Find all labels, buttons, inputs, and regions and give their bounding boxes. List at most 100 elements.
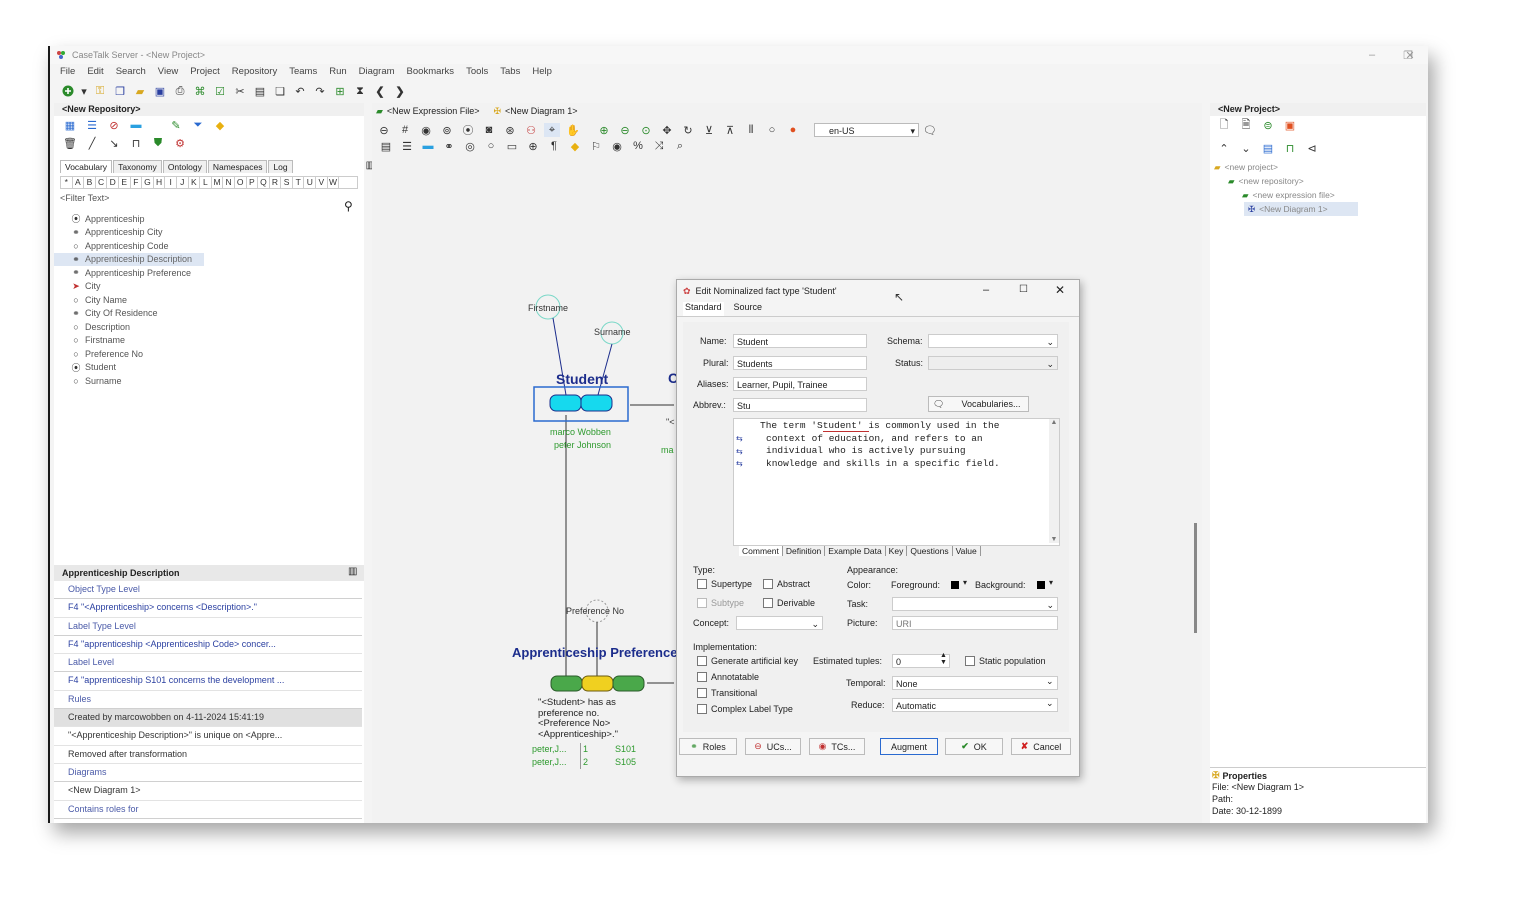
derivable-checkbox[interactable]: Derivable — [763, 597, 815, 609]
menu-project[interactable]: Project — [186, 65, 228, 79]
open-folder-icon[interactable]: ▰ — [132, 84, 148, 98]
small-circle-icon[interactable]: ○ — [483, 139, 499, 153]
fact-type-student[interactable]: Student — [556, 371, 608, 387]
clipboard-icon[interactable]: ❏ — [272, 84, 288, 98]
desc-tab-definition[interactable]: Definition — [783, 546, 826, 556]
letter-L[interactable]: L — [200, 177, 212, 188]
supertype-checkbox[interactable]: Supertype — [697, 578, 752, 590]
name-field[interactable]: Student — [733, 334, 867, 348]
vocabulary-item[interactable]: ⚭ City Of Residence — [54, 307, 364, 321]
letter-M[interactable]: M — [212, 177, 224, 188]
save-icon[interactable]: ▣ — [152, 84, 168, 98]
desc-tab-value[interactable]: Value — [953, 546, 981, 556]
vocabulary-item[interactable]: ○ Surname — [54, 374, 364, 388]
static-population-checkbox[interactable]: Static population — [965, 655, 1046, 667]
tab-expression-file[interactable]: ▰ <New Expression File> — [376, 106, 479, 117]
filter-icon[interactable]: ⏷ — [190, 118, 206, 132]
letter-C[interactable]: C — [96, 177, 108, 188]
detail-row[interactable]: F4 "<Apprenticeship> concerns <Descripti… — [54, 599, 362, 618]
dialog-minimize-button[interactable]: – — [983, 284, 989, 296]
tab-taxonomy[interactable]: Taxonomy — [113, 160, 162, 173]
dialog-maximize-button[interactable]: ☐ — [1019, 284, 1028, 295]
vocabulary-item[interactable]: ⚭ Apprenticeship Description — [54, 252, 204, 266]
menu-help[interactable]: Help — [528, 65, 560, 79]
letter-J[interactable]: J — [177, 177, 189, 188]
file-icon[interactable]: 🗎 — [1238, 118, 1254, 132]
letter-B[interactable]: B — [84, 177, 96, 188]
hand-icon[interactable]: ✋ — [565, 123, 581, 137]
record-icon[interactable]: ⦿ — [460, 123, 476, 137]
letter-G[interactable]: G — [142, 177, 154, 188]
vocabulary-item[interactable]: ○ Firstname — [54, 334, 364, 348]
back-icon[interactable]: ❮ — [372, 84, 388, 98]
zoom-in-icon[interactable]: ⊕ — [596, 123, 612, 137]
spiral-icon[interactable]: ⊛ — [502, 123, 518, 137]
role-label-firstname[interactable]: Firstname — [528, 303, 568, 313]
menu-repository[interactable]: Repository — [228, 65, 285, 79]
add-icon[interactable] — [60, 84, 76, 98]
graph-icon[interactable]: ⚇ — [523, 123, 539, 137]
letter-E[interactable]: E — [119, 177, 131, 188]
shapes-icon[interactable]: ● — [785, 123, 801, 137]
vocabulary-item[interactable]: ⚭ Apprenticeship City — [54, 226, 364, 240]
subtype-checkbox[interactable]: Subtype — [697, 597, 744, 609]
menu-tabs[interactable]: Tabs — [496, 65, 528, 79]
detail-row[interactable]: Apprenticeship — [54, 819, 362, 824]
share-icon[interactable]: ⊲ — [1304, 141, 1320, 155]
menu-file[interactable]: File — [56, 65, 83, 79]
description-scrollbar[interactable]: ▲ ▼ — [1049, 419, 1059, 543]
detail-row[interactable]: F4 "apprenticeship S101 concerns the dev… — [54, 672, 362, 691]
detail-row[interactable]: Created by marcowobben on 4-11-2024 15:4… — [54, 708, 362, 727]
menu-teams[interactable]: Teams — [285, 65, 325, 79]
foreground-color-swatch[interactable] — [951, 581, 959, 589]
tab-vocabulary[interactable]: Vocabulary — [60, 160, 113, 173]
distribute-icon[interactable]: ⫴ — [743, 123, 759, 137]
menu-tools[interactable]: Tools — [462, 65, 496, 79]
schema-select[interactable]: ⌄ — [928, 334, 1058, 348]
hash-icon[interactable]: # — [397, 123, 413, 137]
unlock-icon[interactable]: ⊓ — [128, 136, 144, 150]
grid-icon[interactable]: ▥ — [348, 566, 357, 577]
diamond-icon[interactable]: ◆ — [567, 139, 583, 153]
detail-row[interactable]: "<Apprenticeship Description>" is unique… — [54, 727, 362, 746]
tab-log[interactable]: Log — [268, 160, 293, 173]
letter-H[interactable]: H — [154, 177, 166, 188]
menu-search[interactable]: Search — [112, 65, 154, 79]
radio-icon[interactable]: ◉ — [418, 123, 434, 137]
target-icon[interactable]: ⊚ — [439, 123, 455, 137]
hourglass-icon[interactable]: ⧗ — [352, 84, 368, 98]
paste-icon[interactable]: ▤ — [252, 84, 268, 98]
annotatable-checkbox[interactable]: Annotatable — [697, 671, 759, 683]
align-bottom-icon[interactable]: ⊻ — [701, 123, 717, 137]
menu-bookmarks[interactable]: Bookmarks — [403, 65, 463, 79]
vocabularies-button[interactable]: 🗨 Vocabularies... — [928, 396, 1029, 412]
letter-I[interactable]: I — [165, 177, 177, 188]
link-chain-icon[interactable]: ⚭ — [441, 139, 457, 153]
rounded-rect-icon[interactable]: ▭ — [504, 139, 520, 153]
eye-icon[interactable]: ◉ — [609, 139, 625, 153]
abbrev-field[interactable]: Stu — [733, 398, 867, 412]
ok-button[interactable]: ✔ OK — [945, 738, 1003, 755]
pointer-icon[interactable]: ⌖ — [544, 123, 560, 137]
picture-field[interactable]: URI — [892, 616, 1058, 630]
cancel-button[interactable]: ✘ Cancel — [1011, 738, 1071, 755]
zoom-out-icon[interactable]: ⊖ — [617, 123, 633, 137]
circle-icon[interactable]: ○ — [764, 123, 780, 137]
letter-T[interactable]: T — [293, 177, 305, 188]
letter-*[interactable]: * — [61, 177, 73, 188]
page-icon[interactable]: ▤ — [378, 139, 394, 153]
desc-tab-questions[interactable]: Questions — [907, 546, 953, 556]
desc-tab-example-data[interactable]: Example Data — [825, 546, 886, 556]
letter-K[interactable]: K — [189, 177, 201, 188]
letter-Q[interactable]: Q — [258, 177, 270, 188]
chevron-down-icon[interactable]: ▾ — [80, 84, 88, 98]
shield-icon[interactable]: ⛊ — [150, 136, 166, 150]
vocabulary-item[interactable]: ○ Description — [54, 320, 364, 334]
tab-ontology[interactable]: Ontology — [162, 160, 207, 173]
chevron-down-icon[interactable]: ▾ — [963, 578, 967, 587]
menu-view[interactable]: View — [154, 65, 186, 79]
vocabulary-item[interactable]: ○ City Name — [54, 293, 364, 307]
letter-S[interactable]: S — [281, 177, 293, 188]
ucs-button[interactable]: ⊖ UCs... — [745, 738, 801, 755]
tab-standard[interactable]: Standard — [683, 302, 724, 316]
